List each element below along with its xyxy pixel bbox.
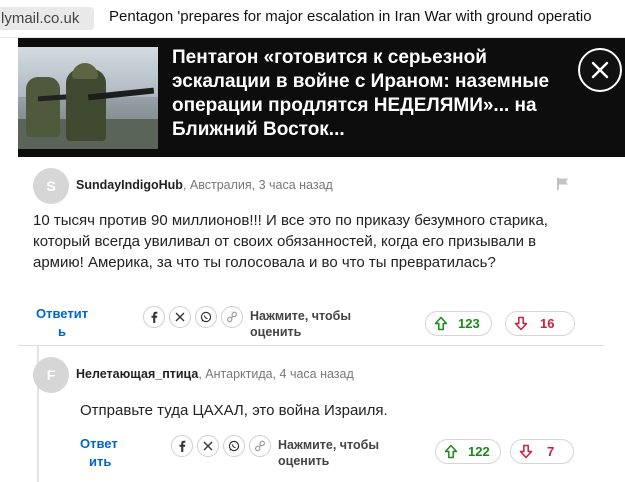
rate-prompt: Нажмите, чтобы оценить <box>278 438 380 468</box>
flag-icon[interactable] <box>556 177 570 191</box>
article-headline[interactable]: Пентагон «готовится к серьезной эскалаци… <box>172 46 552 142</box>
close-button[interactable] <box>578 48 622 92</box>
comment-divider <box>18 345 604 346</box>
article-banner[interactable]: Пентагон «готовится к серьезной эскалаци… <box>18 38 625 157</box>
downvote-button[interactable]: 7 <box>510 439 574 464</box>
copy-link-button[interactable] <box>249 435 271 457</box>
link-icon <box>226 311 238 323</box>
whatsapp-icon <box>228 440 240 452</box>
arrow-down-icon <box>514 316 528 331</box>
whatsapp-share-button[interactable] <box>223 435 245 457</box>
article-thumbnail[interactable] <box>18 47 158 149</box>
x-icon <box>175 312 185 322</box>
downvote-button[interactable]: 16 <box>505 311 575 336</box>
whatsapp-icon <box>200 311 212 323</box>
comment-author-line: Нелетающая_птица, Антарктида, 4 часа наз… <box>76 367 354 381</box>
arrow-up-icon <box>444 444 458 459</box>
facebook-icon <box>151 311 158 323</box>
copy-link-button[interactable] <box>221 306 243 328</box>
reply-button[interactable]: Ответ ить <box>80 435 118 471</box>
x-share-button[interactable] <box>169 306 191 328</box>
comment-author[interactable]: Нелетающая_птица <box>76 367 198 381</box>
comment-text: Отправьте туда ЦАХАЛ, это война Израиля. <box>80 402 388 419</box>
downvote-count: 7 <box>547 444 555 459</box>
facebook-share-button[interactable] <box>171 435 193 457</box>
comment-author-line: SundayIndigoHub, Австралия, 3 часа назад <box>76 178 333 192</box>
downvote-count: 16 <box>540 316 555 331</box>
close-icon <box>591 61 609 79</box>
reply-button[interactable]: Ответит ь <box>36 305 88 341</box>
comment-author[interactable]: SundayIndigoHub <box>76 178 183 192</box>
link-icon <box>254 440 266 452</box>
upvote-button[interactable]: 123 <box>425 311 492 336</box>
domain-label[interactable]: lymail.co.uk <box>0 7 94 30</box>
upvote-count: 122 <box>468 444 490 459</box>
share-buttons <box>171 435 271 457</box>
browser-tab-bar: lymail.co.uk Pentagon 'prepares for majo… <box>0 0 625 38</box>
comment-text: 10 тысяч против 90 миллионов!!! И все эт… <box>33 212 548 271</box>
arrow-up-icon <box>434 316 448 331</box>
x-share-button[interactable] <box>197 435 219 457</box>
upvote-count: 123 <box>458 316 480 331</box>
whatsapp-share-button[interactable] <box>195 306 217 328</box>
facebook-icon <box>179 440 186 452</box>
comment-meta: , Австралия, 3 часа назад <box>182 178 333 192</box>
arrow-down-icon <box>519 444 533 459</box>
upvote-button[interactable]: 122 <box>435 439 501 464</box>
avatar[interactable]: F <box>33 357 69 393</box>
facebook-share-button[interactable] <box>143 306 165 328</box>
x-icon <box>203 441 213 451</box>
share-buttons <box>143 306 243 328</box>
tab-title[interactable]: Pentagon 'prepares for major escalation … <box>109 8 625 25</box>
rate-prompt: Нажмите, чтобы оценить <box>250 309 352 339</box>
avatar[interactable]: S <box>33 168 69 204</box>
comment-meta: , Антарктида, 4 часа назад <box>198 367 354 381</box>
